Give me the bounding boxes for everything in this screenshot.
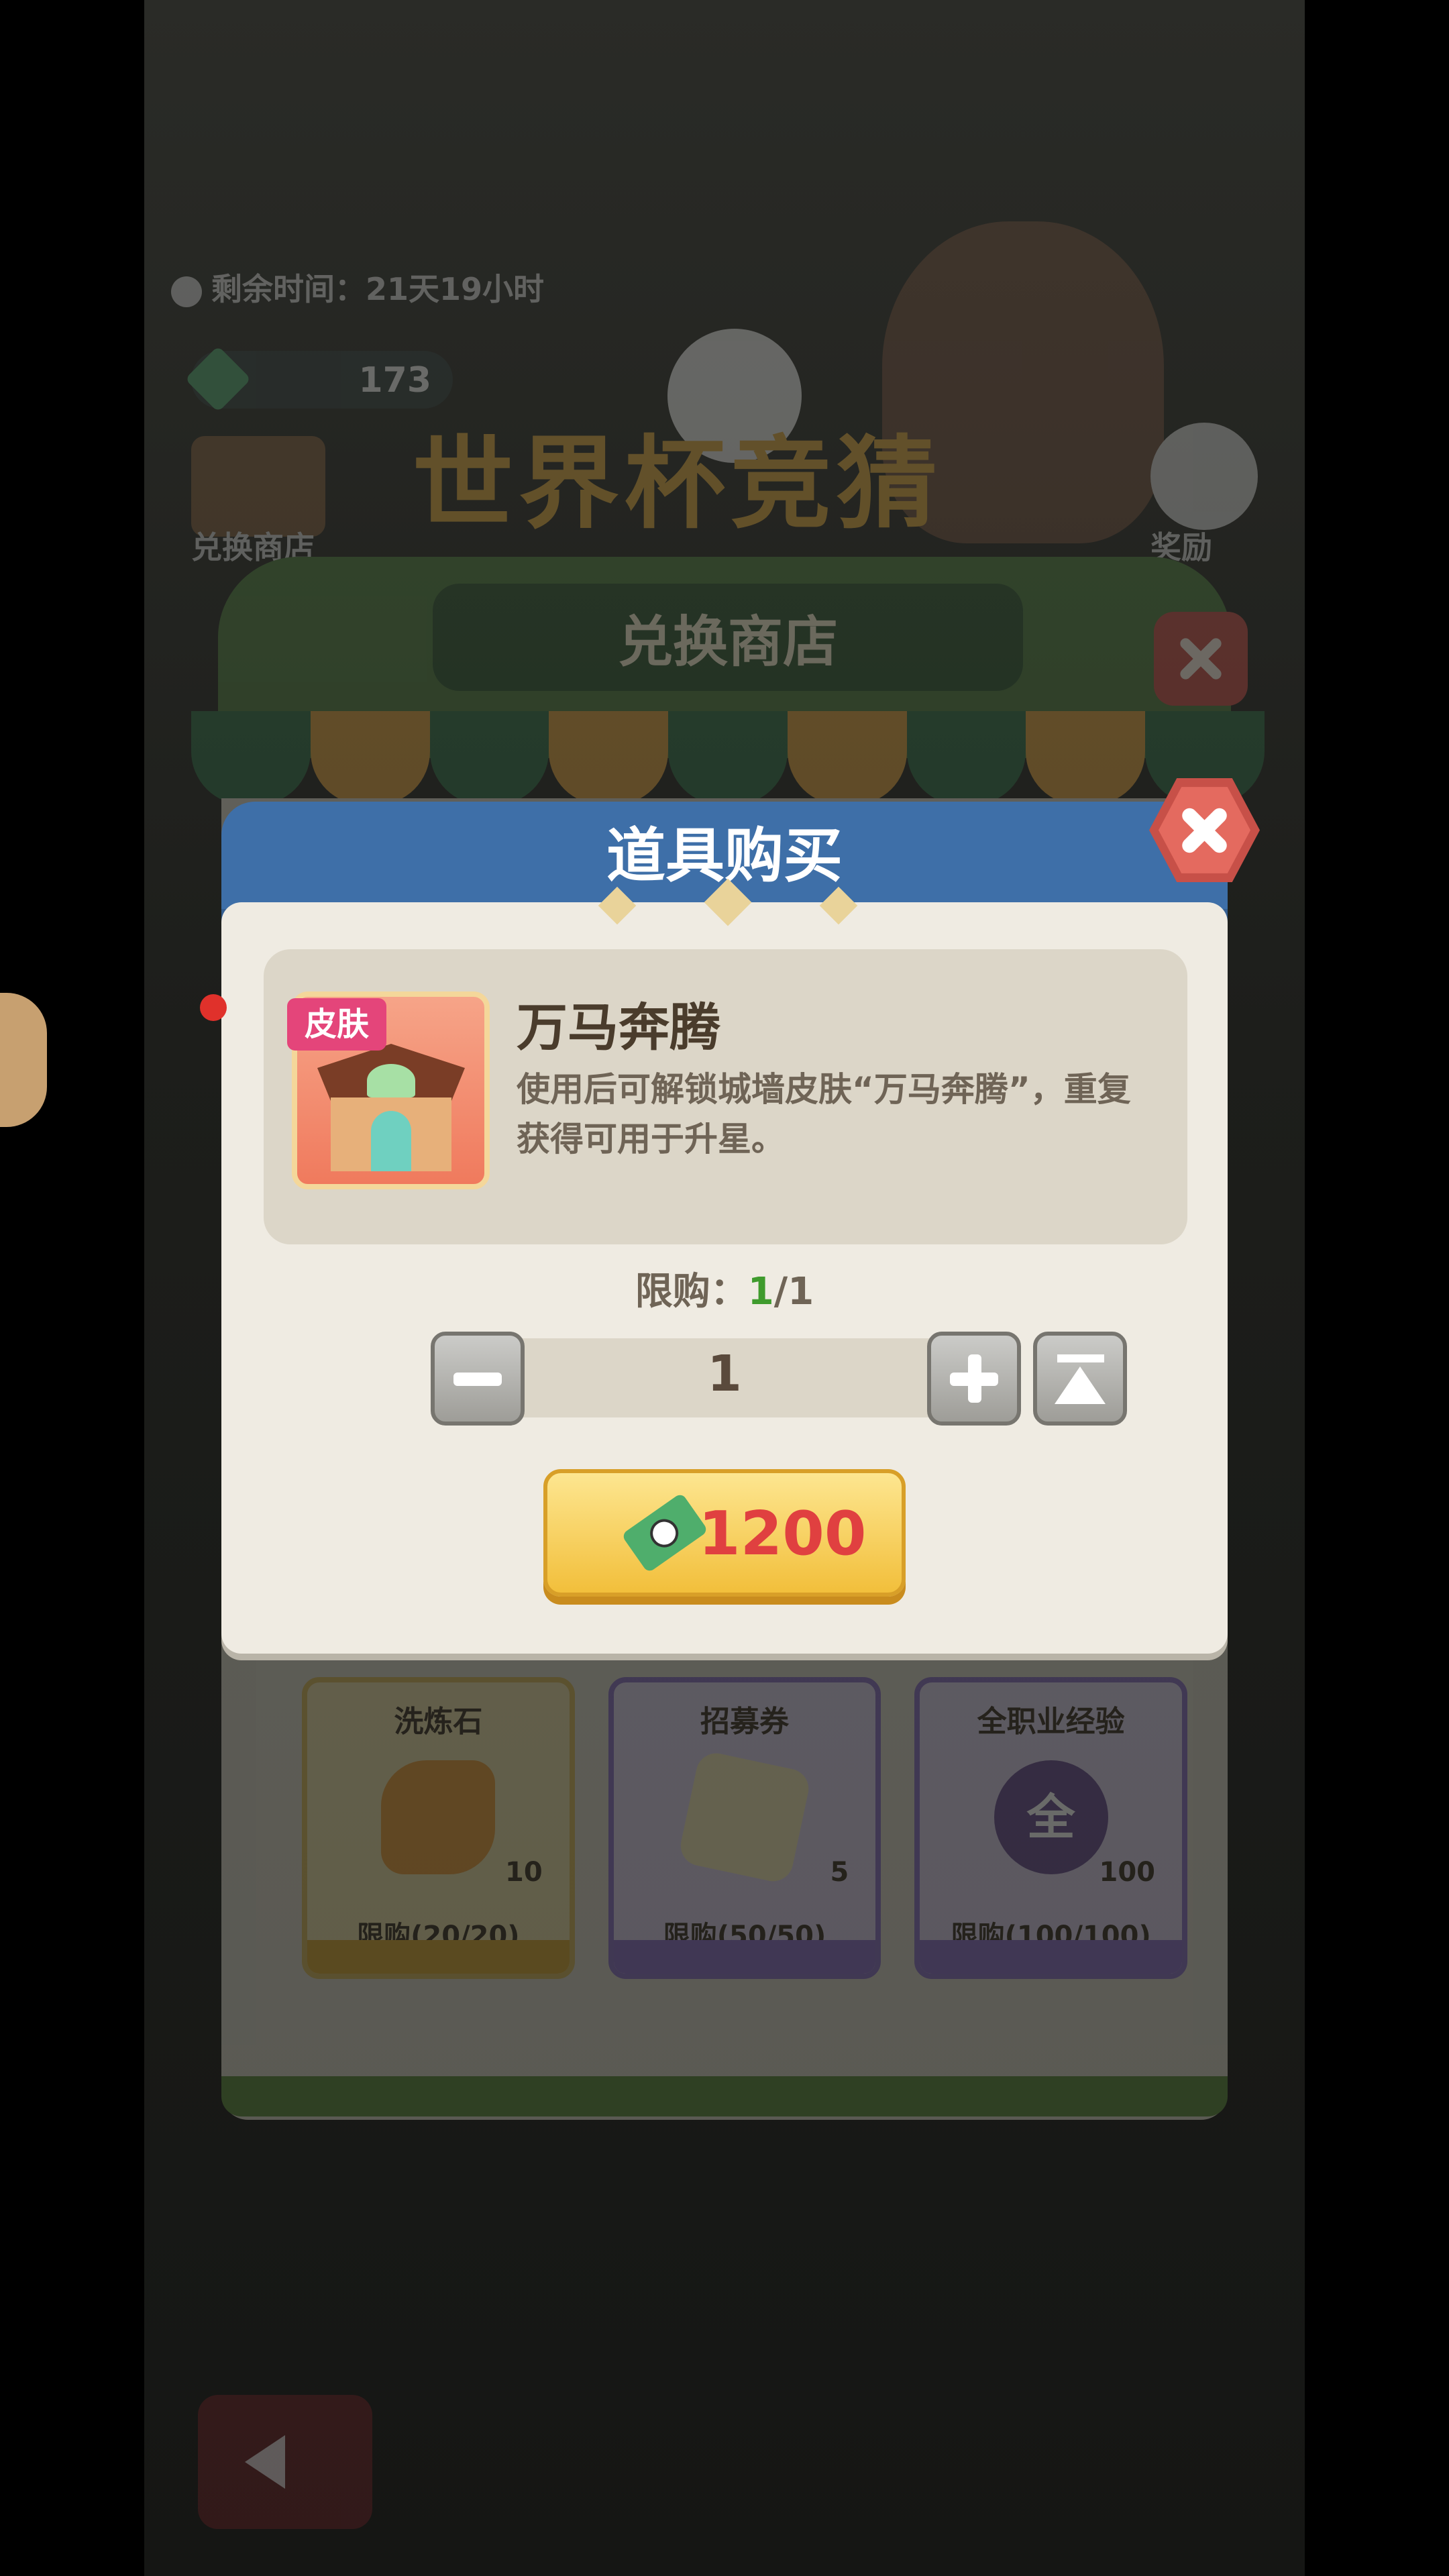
shop-awning xyxy=(191,711,1265,805)
buy-button[interactable]: 1200 xyxy=(543,1469,906,1597)
shop-item-card[interactable]: 招募券 5 限购(50/50) xyxy=(608,1677,881,1979)
back-button[interactable] xyxy=(198,2395,372,2529)
event-banner-title: 世界杯竞猜 xyxy=(413,426,943,543)
shop-item-name: 洗炼石 xyxy=(394,1705,483,1739)
price-strip xyxy=(307,1940,570,1974)
decrease-quantity-button[interactable] xyxy=(431,1332,525,1426)
shop-item-card[interactable]: 全职业经验 全 100 限购(100/100) xyxy=(914,1677,1188,1979)
exp-orb-text: 全 xyxy=(1026,1789,1075,1845)
recruit-ticket-icon xyxy=(677,1750,812,1885)
event-timer: 剩余时间：21天19小时 xyxy=(171,265,544,309)
skin-badge: 皮肤 xyxy=(287,998,386,1051)
gate-emblem xyxy=(367,1064,415,1097)
shop-title: 兑换商店 xyxy=(617,610,838,674)
increase-quantity-button[interactable] xyxy=(927,1332,1021,1426)
clock-icon xyxy=(171,276,202,307)
max-quantity-button[interactable] xyxy=(1033,1332,1127,1426)
shop-item-quantity: 100 xyxy=(1099,1857,1156,1888)
shop-item-list: 洗炼石 10 限购(20/20) 招募券 5 限购(50/50) 全职业经验 全… xyxy=(302,1677,1188,1979)
timer-text: 剩余时间：21天19小时 xyxy=(211,271,545,307)
football-ticket-icon xyxy=(621,1492,709,1574)
buy-price: 1200 xyxy=(698,1499,867,1569)
shop-item-quantity: 10 xyxy=(505,1857,543,1888)
shop-entry-icon xyxy=(191,436,325,537)
currency-amount: 173 xyxy=(358,360,431,400)
shop-item-name: 全职业经验 xyxy=(977,1705,1125,1739)
shop-close-button[interactable] xyxy=(1154,612,1248,706)
ticket-icon xyxy=(184,345,252,413)
price-strip xyxy=(920,1940,1183,1974)
quantity-value[interactable]: 1 xyxy=(517,1345,932,1403)
item-description: 使用后可解锁城墙皮肤“万马奔腾”，重复获得可用于升星。 xyxy=(517,1070,1131,1159)
modal-close-button[interactable] xyxy=(1149,775,1260,885)
reward-icon xyxy=(1150,423,1258,530)
shop-item-card[interactable]: 洗炼石 10 限购(20/20) xyxy=(302,1677,575,1979)
shop-item-quantity: 5 xyxy=(830,1857,849,1888)
shop-item-name: 招募券 xyxy=(700,1705,789,1739)
purchase-limit-current: 1 xyxy=(747,1270,774,1313)
price-strip xyxy=(613,1940,876,1974)
exp-orb-icon: 全 xyxy=(994,1760,1108,1874)
shop-floor xyxy=(221,2076,1228,2116)
item-name: 万马奔腾 xyxy=(517,998,720,1057)
notification-dot xyxy=(200,994,227,1021)
side-avatar[interactable] xyxy=(0,993,47,1127)
purchase-limit-label: 限购： xyxy=(635,1270,748,1313)
gate-door xyxy=(371,1111,411,1171)
refine-stone-icon xyxy=(381,1760,496,1874)
purchase-limit: 限购：1/1 xyxy=(221,1261,1228,1316)
purchase-limit-total: /1 xyxy=(773,1270,814,1313)
currency-display: 173 xyxy=(184,345,453,413)
